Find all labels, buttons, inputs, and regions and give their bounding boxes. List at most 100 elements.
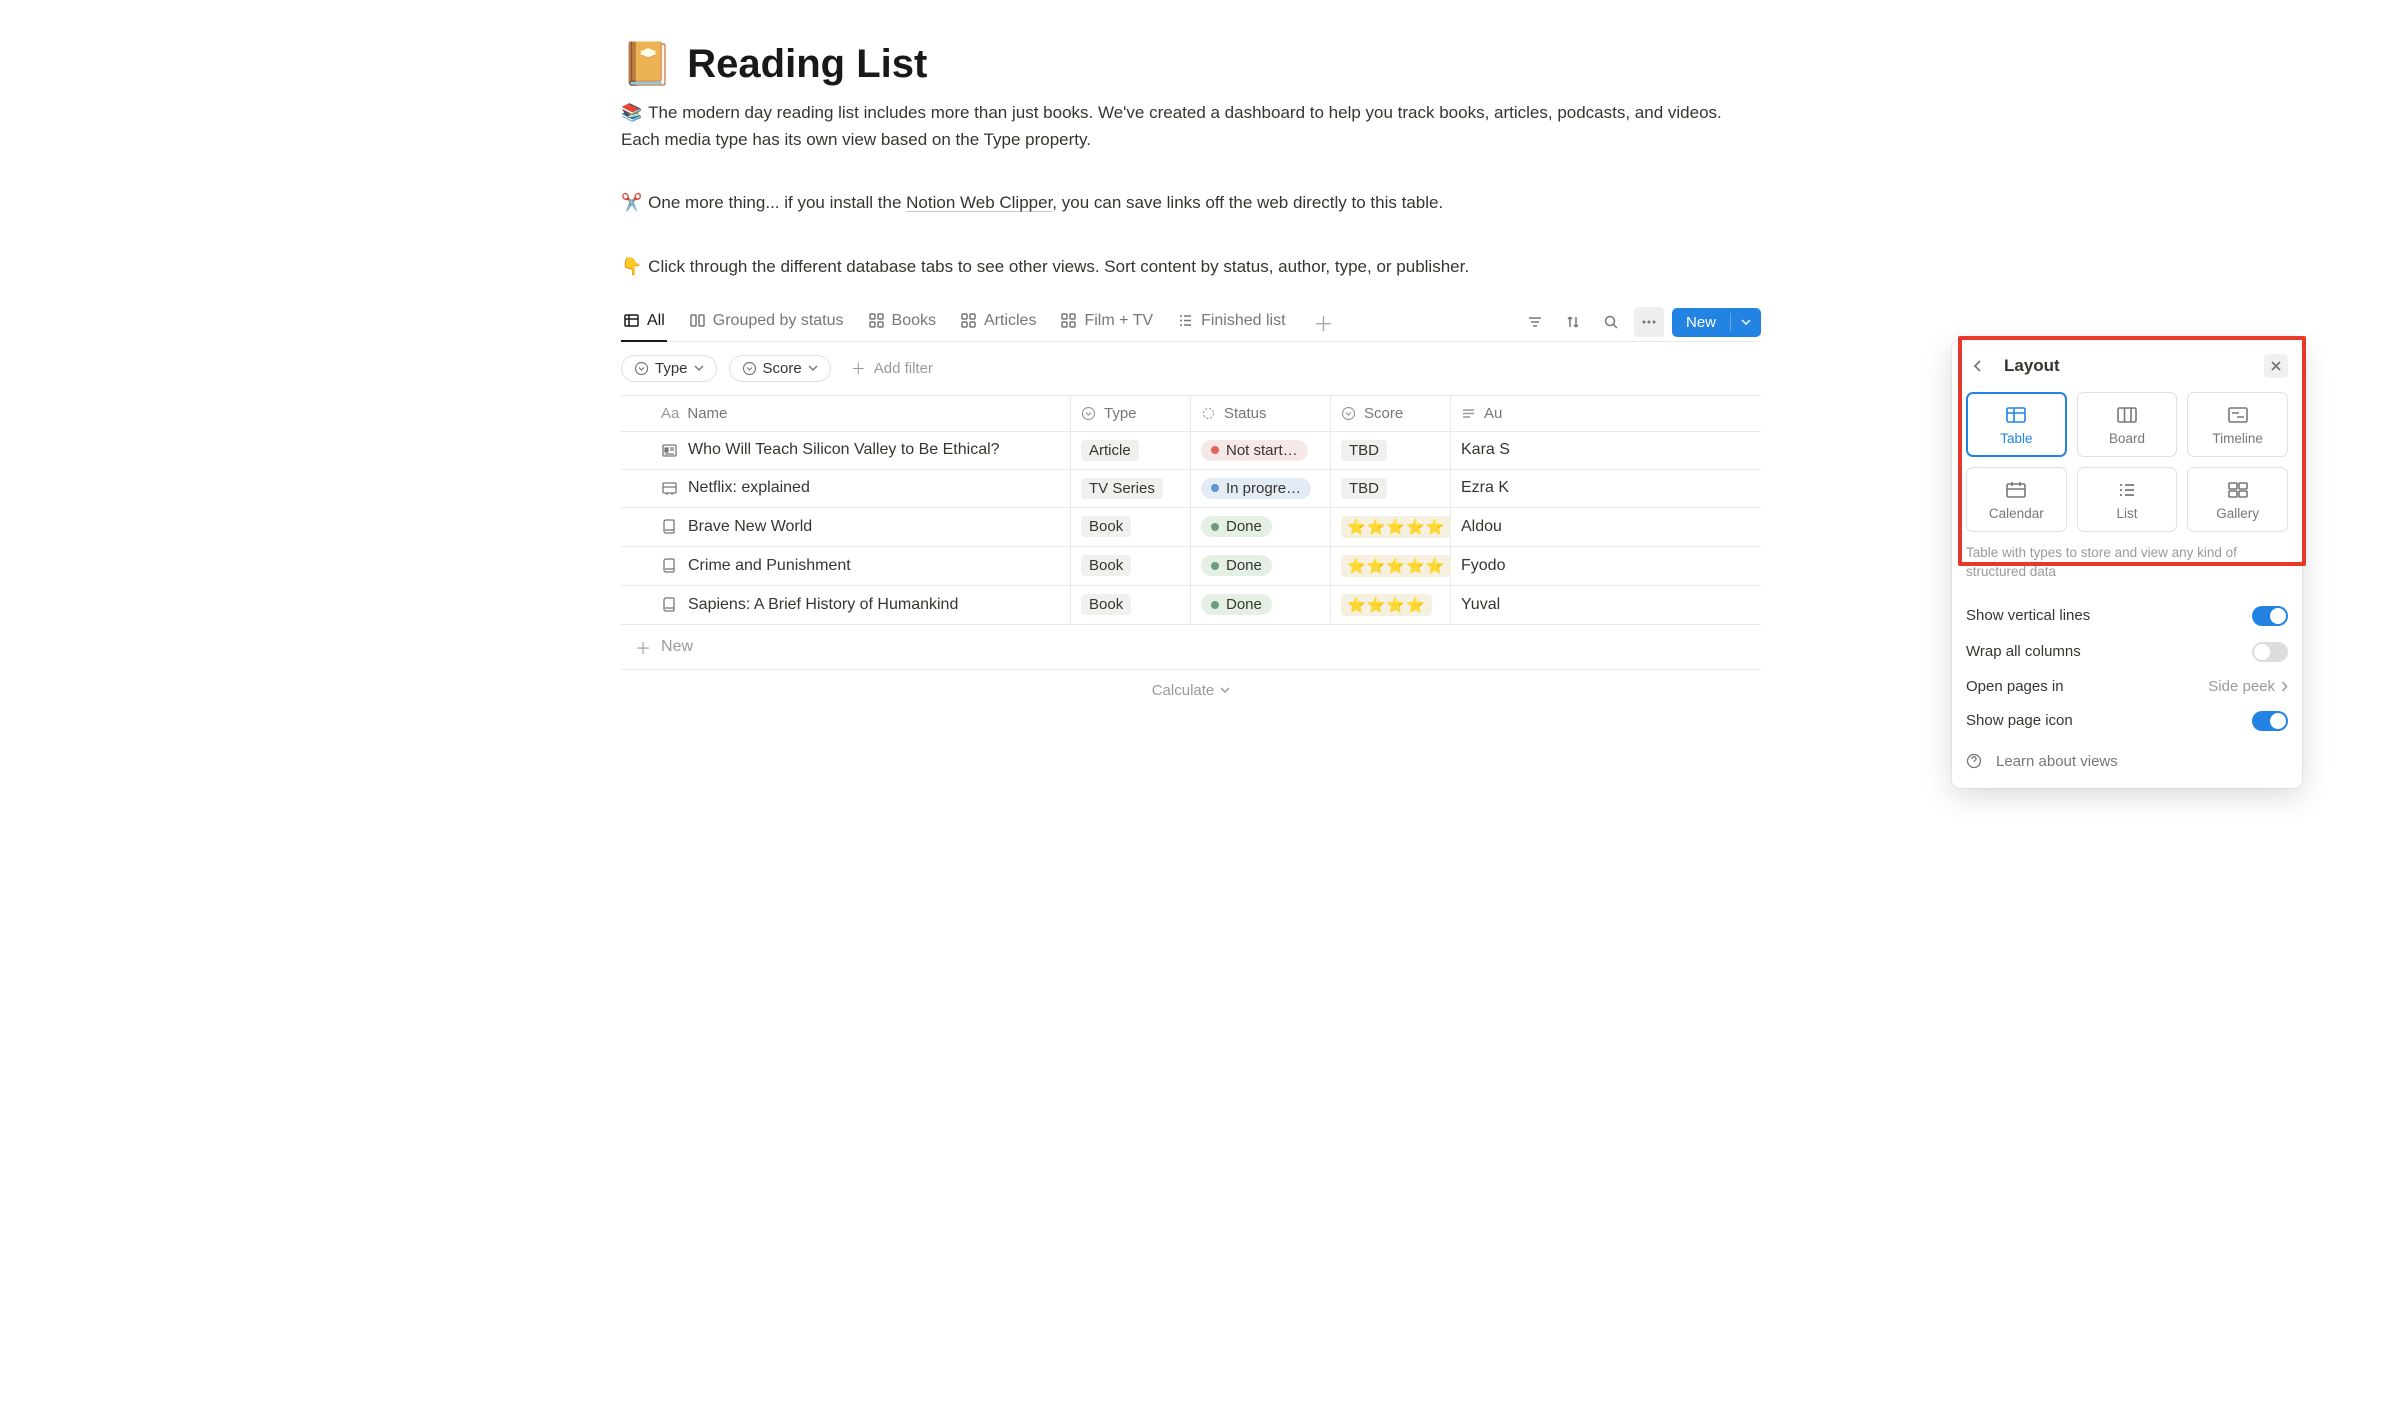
layout-option-list[interactable]: List xyxy=(2077,467,2178,532)
row-name: Netflix: explained xyxy=(688,479,810,497)
tab-film-tv[interactable]: Film + TV xyxy=(1058,304,1155,342)
plus-icon: ＋ xyxy=(851,358,866,379)
book-icon xyxy=(661,518,678,535)
text-property-icon: Aa xyxy=(661,405,679,422)
table-row[interactable]: Crime and PunishmentBookDone⭐⭐⭐⭐⭐Fyodo xyxy=(621,547,1761,586)
learn-about-views[interactable]: Learn about views xyxy=(1966,739,2288,774)
row-name: Brave New World xyxy=(688,518,812,536)
timeline-layout-icon xyxy=(2227,405,2249,425)
scissors-emoji: ✂️ xyxy=(621,193,642,212)
wrap-columns-toggle[interactable] xyxy=(2252,642,2288,662)
row-name: Sapiens: A Brief History of Humankind xyxy=(688,596,958,614)
type-tag: Book xyxy=(1081,516,1131,537)
table-row[interactable]: Netflix: explained TV Series In progre… TBD… xyxy=(621,470,1761,508)
calculate-button[interactable]: Calculate xyxy=(621,670,1761,711)
board-layout-icon xyxy=(2116,405,2138,425)
filter-icon[interactable] xyxy=(1520,307,1550,337)
layout-panel: Layout TableBoardTimeline CalendarListGal… xyxy=(1952,340,2302,788)
tab-articles[interactable]: Articles xyxy=(958,304,1038,342)
layout-option-table[interactable]: Table xyxy=(1966,392,2067,457)
row-name: Crime and Punishment xyxy=(688,557,851,575)
chevron-down-icon xyxy=(694,365,704,371)
layout-option-timeline[interactable]: Timeline xyxy=(2187,392,2288,457)
vertical-lines-toggle[interactable] xyxy=(2252,606,2288,626)
panel-back-button[interactable] xyxy=(1966,354,1990,378)
tab-view-icon xyxy=(689,312,706,329)
filter-type[interactable]: Type xyxy=(621,355,717,382)
column-type[interactable]: Type xyxy=(1071,396,1191,431)
chevron-down-icon xyxy=(808,365,818,371)
author-cell: Fyodo xyxy=(1451,547,1761,585)
new-button-dropdown[interactable] xyxy=(1730,313,1761,331)
tab-books[interactable]: Books xyxy=(866,304,938,342)
filter-score[interactable]: Score xyxy=(729,355,831,382)
page-icon: 📔 xyxy=(621,40,673,89)
select-property-icon xyxy=(1081,406,1096,421)
tab-grouped-by-status[interactable]: Grouped by status xyxy=(687,304,846,342)
setting-open-pages[interactable]: Open pages in Side peek xyxy=(1966,670,2288,703)
table-row[interactable]: Sapiens: A Brief History of Humankind Boo… xyxy=(621,586,1761,625)
layout-hint: Table with types to store and view any k… xyxy=(1966,544,2288,582)
add-filter-button[interactable]: ＋ Add filter xyxy=(843,354,941,383)
status-property-icon xyxy=(1201,406,1216,421)
text-lines-icon xyxy=(1461,406,1476,421)
layout-option-gallery[interactable]: Gallery xyxy=(2187,467,2288,532)
show-icon-toggle[interactable] xyxy=(2252,711,2288,731)
new-row-button[interactable]: ＋ New xyxy=(621,625,1761,670)
score-value: ⭐⭐⭐⭐⭐ xyxy=(1341,555,1451,577)
column-author[interactable]: Au xyxy=(1451,396,1761,431)
layout-option-board[interactable]: Board xyxy=(2077,392,2178,457)
web-clipper-link[interactable]: Notion Web Clipper xyxy=(906,193,1052,212)
chevron-down-circle-icon xyxy=(634,361,649,376)
table-row[interactable]: Brave New World Book Done ⭐⭐⭐⭐⭐Aldou xyxy=(621,508,1761,547)
sort-icon[interactable] xyxy=(1558,307,1588,337)
author-cell: Aldou xyxy=(1451,508,1761,546)
panel-title: Layout xyxy=(2004,356,2060,376)
plus-icon: ＋ xyxy=(635,635,651,659)
column-name[interactable]: Aa Name xyxy=(621,396,1071,431)
layout-option-calendar[interactable]: Calendar xyxy=(1966,467,2067,532)
new-button[interactable]: New xyxy=(1672,308,1761,337)
score-value: ⭐⭐⭐⭐ xyxy=(1341,594,1432,616)
search-icon[interactable] xyxy=(1596,307,1626,337)
books-emoji: 📚 xyxy=(621,103,642,122)
page-description-1: 📚The modern day reading list includes mo… xyxy=(621,99,1761,153)
tab-all[interactable]: All xyxy=(621,304,667,342)
setting-vertical-lines[interactable]: Show vertical lines xyxy=(1966,598,2288,634)
author-cell: Yuval xyxy=(1451,586,1761,624)
help-icon xyxy=(1966,753,1982,769)
panel-close-button[interactable] xyxy=(2264,354,2288,378)
column-score[interactable]: Score xyxy=(1331,396,1451,431)
score-value: ⭐⭐⭐⭐⭐ xyxy=(1341,516,1451,538)
setting-show-icon[interactable]: Show page icon xyxy=(1966,703,2288,739)
tab-view-icon xyxy=(1060,312,1077,329)
pointing-down-emoji: 👇 xyxy=(621,257,642,276)
tab-view-icon xyxy=(868,312,885,329)
author-cell: Kara S xyxy=(1451,432,1761,469)
row-name: Who Will Teach Silicon Valley to Be Ethi… xyxy=(688,441,1000,459)
tab-view-icon xyxy=(623,312,640,329)
page-title: Reading List xyxy=(687,42,927,87)
column-status[interactable]: Status xyxy=(1191,396,1331,431)
more-options-icon[interactable] xyxy=(1634,307,1664,337)
type-tag: Article xyxy=(1081,440,1139,461)
article-icon xyxy=(661,442,678,459)
type-tag: Book xyxy=(1081,555,1131,576)
tab-finished-list[interactable]: Finished list xyxy=(1175,304,1287,342)
status-tag: Done xyxy=(1201,594,1272,615)
type-tag: Book xyxy=(1081,594,1131,615)
book-icon xyxy=(661,557,678,574)
table-header: Aa Name Type Status Score xyxy=(621,396,1761,432)
add-view-button[interactable]: ＋ xyxy=(1308,308,1340,337)
table-row[interactable]: Who Will Teach Silicon Valley to Be Ethi… xyxy=(621,432,1761,470)
status-tag: Not start… xyxy=(1201,440,1308,461)
setting-wrap-columns[interactable]: Wrap all columns xyxy=(1966,634,2288,670)
status-tag: Done xyxy=(1201,516,1272,537)
status-tag: In progre… xyxy=(1201,478,1311,499)
score-value: TBD xyxy=(1341,440,1387,461)
tab-view-icon xyxy=(960,312,977,329)
score-value: TBD xyxy=(1341,478,1387,499)
author-cell: Ezra K xyxy=(1451,470,1761,507)
type-tag: TV Series xyxy=(1081,478,1163,499)
select-property-icon xyxy=(1341,406,1356,421)
